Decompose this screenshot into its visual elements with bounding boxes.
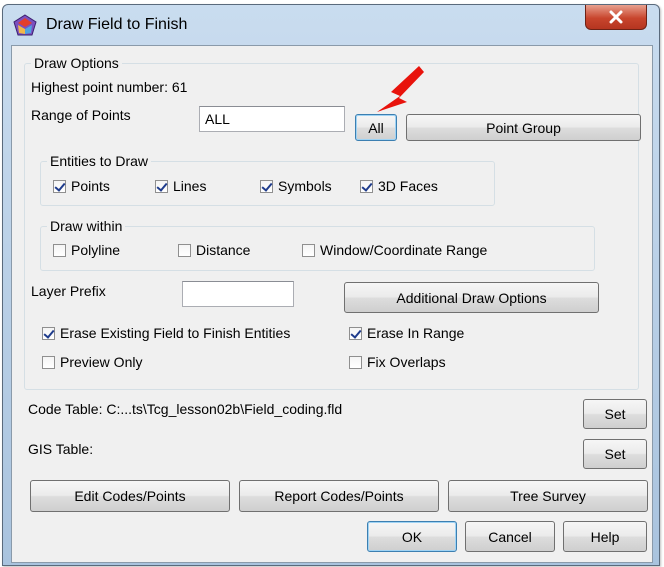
window-title: Draw Field to Finish — [46, 16, 188, 33]
edit-codes-points-button[interactable]: Edit Codes/Points — [30, 480, 230, 512]
all-points-button[interactable]: All — [355, 114, 397, 141]
checkbox-box[interactable] — [42, 355, 55, 369]
window-coordinate-range-checkbox[interactable]: Window/Coordinate Range — [302, 242, 487, 258]
dialog-client-area: Draw Options Highest point number: 61 Ra… — [11, 45, 653, 563]
erase-existing-label: Erase Existing Field to Finish Entities — [60, 325, 291, 341]
range-of-points-input[interactable] — [199, 106, 345, 132]
cancel-button[interactable]: Cancel — [465, 521, 555, 552]
checkbox-box[interactable] — [302, 243, 315, 257]
layer-prefix-label: Layer Prefix — [31, 283, 106, 299]
window-coordinate-range-label: Window/Coordinate Range — [320, 242, 488, 258]
report-codes-points-button[interactable]: Report Codes/Points — [239, 480, 439, 512]
dialog-window: Draw Field to Finish Draw Options Highes… — [2, 4, 660, 566]
additional-draw-options-button[interactable]: Additional Draw Options — [344, 282, 599, 313]
checkbox-box[interactable] — [349, 326, 362, 340]
entities-legend: Entities to Draw — [47, 153, 152, 169]
checkbox-box[interactable] — [42, 326, 55, 340]
symbols-checkbox-label: Symbols — [278, 178, 332, 194]
erase-existing-checkbox[interactable]: Erase Existing Field to Finish Entities — [42, 325, 290, 341]
checkbox-box[interactable] — [349, 355, 362, 369]
checkbox-box[interactable] — [260, 179, 273, 193]
tree-survey-button[interactable]: Tree Survey — [448, 480, 648, 512]
points-checkbox[interactable]: Points — [53, 178, 110, 194]
close-icon — [609, 10, 623, 24]
checkbox-box[interactable] — [178, 243, 191, 257]
symbols-checkbox[interactable]: Symbols — [260, 178, 332, 194]
distance-checkbox-label: Distance — [196, 242, 251, 258]
checkbox-box[interactable] — [155, 179, 168, 193]
fix-overlaps-label: Fix Overlaps — [367, 354, 446, 370]
checkbox-box[interactable] — [360, 179, 373, 193]
lines-checkbox-label: Lines — [173, 178, 207, 194]
range-of-points-label: Range of Points — [31, 107, 131, 123]
gis-table-set-button[interactable]: Set — [583, 439, 647, 469]
erase-in-range-checkbox[interactable]: Erase In Range — [349, 325, 464, 341]
title-bar[interactable]: Draw Field to Finish — [3, 5, 659, 45]
3d-faces-checkbox[interactable]: 3D Faces — [360, 178, 438, 194]
help-button[interactable]: Help — [563, 521, 647, 552]
draw-within-legend: Draw within — [47, 218, 126, 234]
close-button[interactable] — [585, 5, 647, 30]
code-table-label: Code Table: C:...ts\Tcg_lesson02b\Field_… — [28, 401, 343, 417]
code-table-set-button[interactable]: Set — [583, 399, 647, 429]
lines-checkbox[interactable]: Lines — [155, 178, 206, 194]
erase-in-range-label: Erase In Range — [367, 325, 465, 341]
checkbox-box[interactable] — [53, 243, 66, 257]
preview-only-checkbox[interactable]: Preview Only — [42, 354, 142, 370]
gis-table-label: GIS Table: — [28, 441, 94, 457]
draw-options-legend: Draw Options — [31, 55, 122, 71]
point-group-button[interactable]: Point Group — [406, 114, 641, 141]
polyline-checkbox[interactable]: Polyline — [53, 242, 120, 258]
polyline-checkbox-label: Polyline — [71, 242, 121, 258]
layer-prefix-input[interactable] — [182, 281, 294, 307]
fix-overlaps-checkbox[interactable]: Fix Overlaps — [349, 354, 446, 370]
preview-only-label: Preview Only — [60, 354, 143, 370]
highest-point-label: Highest point number: 61 — [31, 79, 188, 95]
ok-button[interactable]: OK — [367, 521, 457, 552]
points-checkbox-label: Points — [71, 178, 110, 194]
distance-checkbox[interactable]: Distance — [178, 242, 250, 258]
3d-faces-checkbox-label: 3D Faces — [378, 178, 438, 194]
checkbox-box[interactable] — [53, 179, 66, 193]
red-arrow-icon — [377, 66, 424, 112]
survey-app-icon — [13, 14, 37, 36]
